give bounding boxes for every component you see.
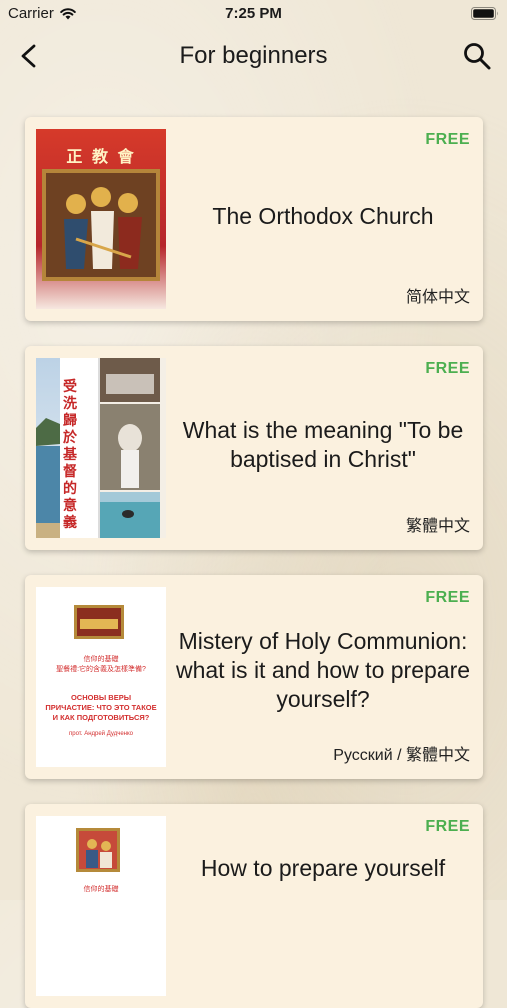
price-badge: FREE [425,131,470,148]
book-card[interactable]: 信仰的基礎 聖餐禮:它的含義及怎樣準備? ОСНОВЫ ВЕРЫ ПРИЧАСТ… [25,575,483,779]
cover-line: 信仰的基礎 [83,656,119,663]
cover-title: 受洗歸於基督的意義 [63,378,77,530]
book-language: Русский / 繁體中文 [333,747,470,764]
battery-icon [471,7,498,20]
price-badge: FREE [425,589,470,606]
book-title: What is the meaning "To be baptised in C… [182,417,464,472]
cover-text-block: 信仰的基礎 聖餐禮:它的含義及怎樣準備? ОСНОВЫ ВЕРЫ ПРИЧАСТ… [40,655,162,739]
book-card[interactable]: 信仰的基礎 FREE How to prepare yourself [25,804,483,1008]
page-title: For beginners [179,42,328,69]
nav-bar: For beginners [0,28,507,84]
book-language: 简体中文 [405,289,470,306]
book-title: How to prepare yourself [175,854,471,883]
book-title-text: How to prepare yourself [200,855,446,881]
cover-line: прот. Андрей Дудченко [68,731,134,737]
book-cover: 信仰的基礎 [36,816,166,996]
book-card[interactable]: 受洗歸於基督的意義 FREE What is the meaning "To b… [25,346,483,550]
book-title: Mistery of Holy Communion: what is it an… [175,627,471,712]
cover-line: 信仰的基礎 [83,886,119,893]
book-cover: 信仰的基礎 聖餐禮:它的含義及怎樣準備? ОСНОВЫ ВЕРЫ ПРИЧАСТ… [36,587,166,767]
price-badge: FREE [425,360,470,377]
book-language: 繁體中文 [405,518,470,535]
clock: 7:25 PM [225,5,282,22]
book-title: The Orthodox Church [212,202,434,229]
book-cover: 正 教 會 [36,129,166,309]
cover-line: ОСНОВЫ ВЕРЫ [70,693,132,702]
price-badge: FREE [425,818,470,835]
cover-title: 正 教 會 [66,147,136,166]
status-bar: Carrier 7:25 PM [0,0,507,28]
book-cover: 受洗歸於基督的意義 [36,358,166,538]
cover-line: И КАК ПОДГОТОВИТЬСЯ? [52,713,150,722]
search-icon[interactable] [461,40,493,72]
cover-line: ПРИЧАСТИЕ: ЧТО ЭТО ТАКОЕ [45,703,157,712]
cover-line: 聖餐禮:它的含義及怎樣準備? [56,666,146,673]
book-card[interactable]: 正 教 會 FREE The Orthodox Church 简体中文 [25,117,483,321]
